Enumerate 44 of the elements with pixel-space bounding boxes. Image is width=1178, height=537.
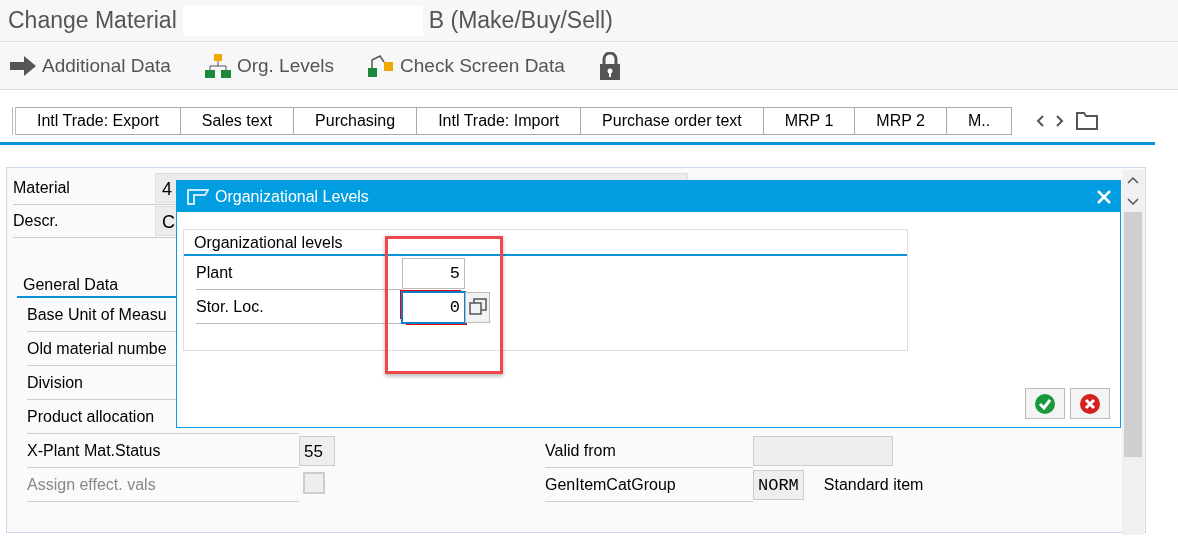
- input-field[interactable]: 0: [402, 291, 465, 323]
- tab[interactable]: Intl Trade: Export: [16, 107, 181, 135]
- arrow-icon: [10, 55, 36, 76]
- folder-icon[interactable]: [1076, 112, 1099, 130]
- arrow-toolbar-button[interactable]: Additional Data: [10, 54, 171, 77]
- window-title: B (Make/Buy/Sell): [428, 7, 613, 34]
- scrollbar-thumb[interactable]: [1124, 212, 1142, 457]
- window-title: Change Material: [8, 7, 177, 34]
- window-icon: [187, 188, 209, 205]
- group-title: Organizational levels: [184, 230, 907, 256]
- check-screen-icon: [368, 53, 395, 78]
- tab[interactable]: MRP 2: [855, 107, 947, 135]
- lock-toolbar-button[interactable]: [598, 51, 621, 80]
- field-label: Assign effect. vals: [27, 468, 299, 502]
- close-button[interactable]: [1096, 188, 1112, 205]
- tab[interactable]: Purchase order text: [581, 107, 764, 135]
- field-description: Standard item: [823, 476, 924, 494]
- field-label: Material: [13, 179, 71, 197]
- check-toolbar-button[interactable]: Check Screen Data: [368, 53, 565, 78]
- value-help-button[interactable]: [465, 291, 490, 323]
- lock-icon: [598, 51, 621, 80]
- input-field[interactable]: 55: [299, 436, 335, 466]
- field-label: Descr.: [13, 212, 60, 230]
- checkmark-icon: [1034, 392, 1056, 415]
- cancel-icon: [1079, 392, 1101, 415]
- tab[interactable]: Sales text: [180, 107, 295, 135]
- close-icon: [1096, 188, 1112, 205]
- hierarchy-toolbar-button[interactable]: Org. Levels: [204, 53, 335, 78]
- confirm-button[interactable]: [1025, 388, 1065, 419]
- hierarchy-icon: [204, 53, 231, 78]
- tab[interactable]: M..: [946, 107, 1013, 135]
- tab[interactable]: Purchasing: [294, 107, 418, 135]
- tab[interactable]: Intl Trade: Import: [417, 107, 582, 135]
- copy-icon: [468, 298, 487, 316]
- scroll-down-icon[interactable]: [1127, 198, 1139, 206]
- field-label: X-Plant Mat.Status: [27, 434, 299, 468]
- chevron-left-icon[interactable]: [1036, 115, 1045, 127]
- tab[interactable]: MRP 1: [763, 107, 856, 135]
- input-field[interactable]: 5: [402, 257, 465, 289]
- input-field[interactable]: [753, 436, 893, 466]
- dialog-title: Organizational Levels: [215, 187, 369, 206]
- chevron-right-icon[interactable]: [1056, 115, 1065, 127]
- scroll-up-icon[interactable]: [1127, 176, 1139, 184]
- cancel-button[interactable]: [1070, 388, 1110, 419]
